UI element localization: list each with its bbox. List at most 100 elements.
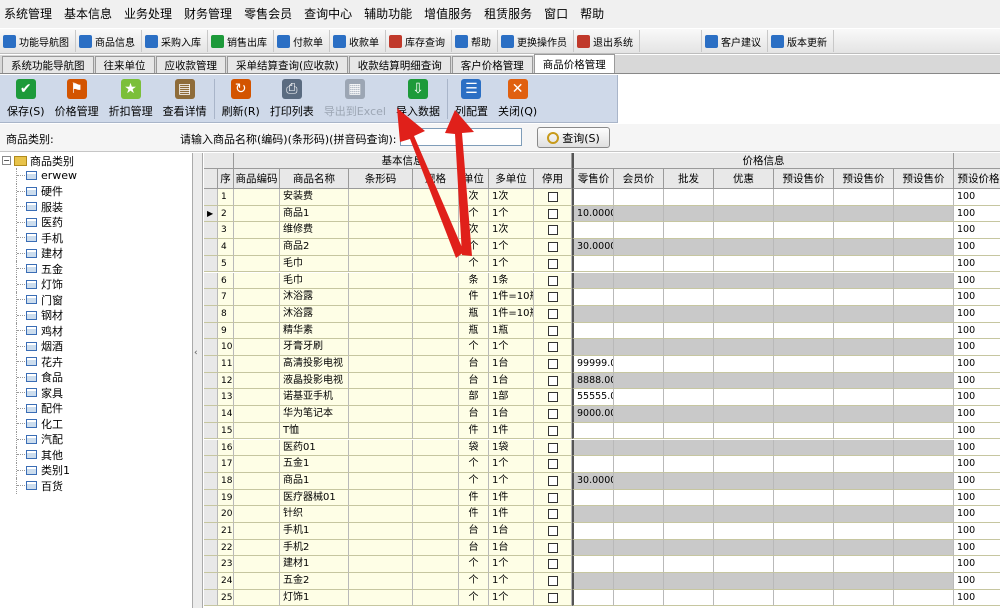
- cell-price[interactable]: [714, 389, 774, 407]
- cell-price[interactable]: [614, 523, 664, 540]
- row-indicator[interactable]: [204, 489, 218, 507]
- cell-retail-price[interactable]: [572, 573, 614, 590]
- table-row[interactable]: 15 T恤 件 1件 100: [204, 422, 1000, 440]
- cell-preset-price[interactable]: 100: [954, 406, 1000, 423]
- column-header[interactable]: 优惠: [714, 169, 774, 189]
- cell-unit[interactable]: 台: [459, 539, 489, 557]
- cell-code[interactable]: [234, 556, 280, 574]
- cell-no[interactable]: 21: [218, 523, 234, 540]
- quickbar-receive[interactable]: 收款单: [330, 30, 386, 52]
- cell-price[interactable]: [894, 189, 954, 206]
- tree-item[interactable]: 配件: [0, 400, 192, 417]
- menu-item[interactable]: 辅助功能: [360, 0, 416, 28]
- cell-price[interactable]: [614, 406, 664, 423]
- tree-root[interactable]: − 商品类别: [0, 153, 192, 168]
- cell-price[interactable]: [834, 573, 894, 590]
- row-indicator[interactable]: [204, 506, 218, 523]
- cell-name[interactable]: 液晶投影电视: [280, 372, 349, 390]
- column-header[interactable]: 序: [218, 169, 234, 189]
- cell-price[interactable]: [834, 189, 894, 206]
- cell-retail-price[interactable]: [572, 322, 614, 340]
- cell-price[interactable]: [714, 289, 774, 306]
- cell-code[interactable]: [234, 205, 280, 223]
- cell-multi-unit[interactable]: 1个: [489, 589, 534, 607]
- cell-price[interactable]: [664, 539, 714, 557]
- cell-price[interactable]: [614, 573, 664, 590]
- cell-unit[interactable]: 条: [459, 272, 489, 290]
- table-row[interactable]: 25 灯饰1 个 1个 100: [204, 589, 1000, 607]
- cell-price[interactable]: [774, 272, 834, 290]
- cell-retail-price[interactable]: [572, 222, 614, 240]
- cell-price[interactable]: [774, 205, 834, 223]
- disabled-checkbox[interactable]: [547, 576, 558, 587]
- row-indicator[interactable]: [204, 472, 218, 490]
- quickbar-stock[interactable]: 库存查询: [386, 30, 452, 52]
- row-indicator[interactable]: [204, 289, 218, 306]
- cell-multi-unit[interactable]: 1个: [489, 472, 534, 490]
- menu-item[interactable]: 基本信息: [60, 0, 116, 28]
- cell-spec[interactable]: [413, 506, 459, 523]
- cell-no[interactable]: 15: [218, 422, 234, 440]
- cell-barcode[interactable]: [349, 389, 413, 407]
- cell-no[interactable]: 12: [218, 372, 234, 390]
- cell-price[interactable]: [894, 573, 954, 590]
- cell-price[interactable]: [614, 305, 664, 323]
- cell-price[interactable]: [774, 222, 834, 240]
- cell-price[interactable]: [714, 439, 774, 457]
- table-row[interactable]: 9 精华素 瓶 1瓶 100: [204, 322, 1000, 340]
- cell-disabled[interactable]: [534, 272, 572, 290]
- cell-no[interactable]: 1: [218, 189, 234, 206]
- cell-price[interactable]: [614, 272, 664, 290]
- cell-disabled[interactable]: [534, 439, 572, 457]
- cell-unit[interactable]: 个: [459, 573, 489, 590]
- tree-item[interactable]: 花卉: [0, 354, 192, 370]
- cell-price[interactable]: [664, 289, 714, 306]
- cell-price[interactable]: [894, 272, 954, 290]
- cell-price[interactable]: [614, 556, 664, 574]
- cell-retail-price[interactable]: [572, 305, 614, 323]
- cell-spec[interactable]: [413, 272, 459, 290]
- cell-price[interactable]: [614, 205, 664, 223]
- cell-price[interactable]: [664, 472, 714, 490]
- cell-price[interactable]: [774, 305, 834, 323]
- disabled-checkbox[interactable]: [547, 492, 558, 503]
- cell-code[interactable]: [234, 489, 280, 507]
- cell-price[interactable]: [614, 356, 664, 373]
- row-indicator[interactable]: [204, 305, 218, 323]
- tree-item[interactable]: 手机: [0, 230, 192, 246]
- cell-preset-price[interactable]: 100: [954, 456, 1000, 473]
- tree-item[interactable]: 医药: [0, 214, 192, 231]
- quickbar-help[interactable]: 帮助: [452, 30, 498, 52]
- star-button[interactable]: ★ 折扣管理: [104, 75, 158, 119]
- cell-price[interactable]: [714, 489, 774, 507]
- table-row[interactable]: 13 诺基亚手机 部1部 55555.000 100: [204, 389, 1000, 407]
- cell-barcode[interactable]: [349, 339, 413, 356]
- cell-price[interactable]: [774, 372, 834, 390]
- table-row[interactable]: 21 手机1 台 1台 100: [204, 523, 1000, 540]
- tab-4[interactable]: 收款结算明细查询: [348, 56, 451, 73]
- cell-disabled[interactable]: [534, 589, 572, 607]
- disabled-checkbox[interactable]: [547, 292, 558, 303]
- cell-price[interactable]: [894, 205, 954, 223]
- cell-price[interactable]: [894, 523, 954, 540]
- row-indicator[interactable]: [204, 539, 218, 557]
- cell-price[interactable]: [894, 406, 954, 423]
- table-row[interactable]: 3 维修费 次 1次 100: [204, 222, 1000, 240]
- cell-price[interactable]: [664, 589, 714, 607]
- cell-name[interactable]: 五金1: [280, 456, 349, 473]
- cell-price[interactable]: [714, 239, 774, 256]
- row-indicator[interactable]: ▶: [204, 205, 218, 223]
- cell-price[interactable]: [834, 322, 894, 340]
- quickbar-feedback[interactable]: 客户建议: [702, 30, 768, 52]
- cell-price[interactable]: [834, 406, 894, 423]
- refresh-button[interactable]: ↻ 刷新(R): [217, 75, 265, 119]
- cell-preset-price[interactable]: 100: [954, 222, 1000, 240]
- table-row[interactable]: 11 高清投影电视 台1台 99999.000 100: [204, 356, 1000, 373]
- cell-preset-price[interactable]: 100: [954, 389, 1000, 407]
- cell-spec[interactable]: [413, 189, 459, 206]
- cell-code[interactable]: [234, 322, 280, 340]
- cell-code[interactable]: [234, 305, 280, 323]
- cell-price[interactable]: [894, 489, 954, 507]
- disabled-checkbox[interactable]: [547, 359, 558, 369]
- cell-code[interactable]: [234, 289, 280, 306]
